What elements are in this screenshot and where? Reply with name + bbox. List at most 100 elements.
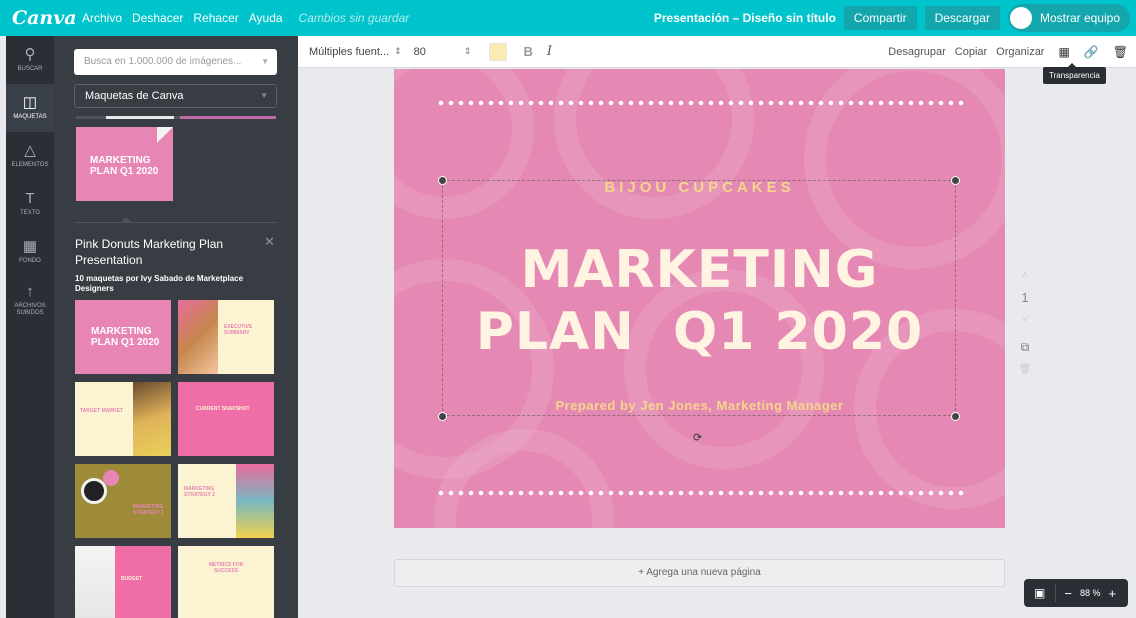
resize-handle[interactable]	[438, 412, 447, 421]
photo-icon	[75, 546, 115, 618]
template-thumb-label: BUDGET	[121, 576, 143, 582]
menu-rehacer[interactable]: Rehacer	[193, 11, 238, 25]
close-icon[interactable]: ✕	[264, 234, 275, 250]
resize-handle[interactable]	[951, 176, 960, 185]
rail-elementos[interactable]: △ Elementos	[6, 132, 54, 180]
rail-label-buscar: Buscar	[17, 66, 43, 72]
chevron-down-icon: ▼	[261, 57, 269, 66]
selected-template-card[interactable]: MARKETING PLAN Q1 2020	[76, 127, 173, 201]
left-rail: ⚲ Buscar ◫ Maquetas △ Elementos T Texto …	[6, 36, 54, 618]
italic-button[interactable]: I	[547, 44, 552, 59]
template-set-subtitle: 10 maquetas por Ivy Sabado de Marketplac…	[75, 274, 244, 293]
rail-archivos-subidos[interactable]: ↑ Archivos subidos	[6, 276, 54, 324]
menu-archivo[interactable]: Archivo	[82, 11, 122, 25]
template-thumb[interactable]: EXECUTIVE SUMMARY	[178, 300, 274, 374]
template-thumb[interactable]: MARKETING STRATEGY 2	[178, 464, 274, 538]
rail-buscar[interactable]: ⚲ Buscar	[6, 36, 54, 84]
add-page-button[interactable]: + Agrega una nueva página	[394, 559, 1005, 587]
rail-label-maquetas: Maquetas	[13, 114, 47, 120]
rail-texto[interactable]: T Texto	[6, 180, 54, 228]
dotted-divider-bottom	[436, 490, 966, 496]
template-strip	[76, 116, 276, 119]
templates-panel: Busca en 1.000.000 de imágenes... ▼ Maqu…	[54, 36, 298, 618]
zoom-control: ▣ − 88 % +	[1024, 579, 1128, 607]
download-button[interactable]: Descargar	[924, 6, 1000, 30]
rail-maquetas[interactable]: ◫ Maquetas	[6, 84, 54, 132]
template-thumb[interactable]: METRICS FOR SUCCESS	[178, 546, 274, 618]
chevron-down-icon[interactable]: ˅	[1016, 314, 1034, 325]
page-fold-icon	[157, 127, 173, 143]
strip-segment-white	[106, 116, 174, 119]
font-family-dropdown[interactable]: Múltiples fuent...	[309, 46, 389, 58]
selection-box	[442, 180, 956, 416]
template-thumb-label: EXECUTIVE SUMMARY	[224, 324, 253, 336]
document-title[interactable]: Presentación – Diseño sin título	[654, 11, 836, 25]
rail-label-elementos: Elementos	[11, 162, 49, 168]
template-thumb[interactable]: CURRENT SNAPSHOT	[178, 382, 274, 456]
ungroup-button[interactable]: Desagrupar	[888, 46, 945, 58]
upload-icon: ↑	[26, 282, 34, 300]
link-icon[interactable]: 🔗	[1084, 45, 1099, 59]
arrange-button[interactable]: Organizar	[996, 46, 1044, 58]
updown-icon: ⇕	[394, 46, 402, 56]
template-thumb[interactable]: MARKETING PLAN Q1 2020	[75, 300, 171, 374]
zoom-out-button[interactable]: −	[1064, 586, 1072, 601]
bold-button[interactable]: B	[523, 44, 532, 59]
template-thumb-label: MARKETING PLAN Q1 2020	[91, 326, 160, 348]
menu-deshacer[interactable]: Deshacer	[132, 11, 183, 25]
template-thumb-label: CURRENT SNAPSHOT	[196, 406, 250, 412]
save-status: Cambios sin guardar	[298, 11, 410, 25]
trash-icon[interactable]: 🗑	[1113, 45, 1128, 59]
slide-canvas[interactable]: BIJOU CUPCAKES MARKETING PLAN Q1 2020 Pr…	[394, 69, 1005, 528]
zoom-separator	[1055, 584, 1057, 602]
delete-page-icon[interactable]: 🗑	[1016, 364, 1034, 375]
search-input[interactable]: Busca en 1.000.000 de imágenes... ▼	[74, 49, 277, 75]
photo-icon	[236, 464, 274, 538]
donut-icon	[103, 470, 119, 486]
template-thumb-label: METRICS FOR SUCCESS	[208, 562, 244, 574]
templates-filter-value: Maquetas de Canva	[85, 90, 184, 102]
page-number: 1	[1021, 290, 1029, 305]
text-color-swatch[interactable]	[489, 42, 508, 61]
rotate-icon[interactable]: ⟳	[693, 431, 702, 444]
top-bar: Canva Archivo Deshacer Rehacer Ayuda Cam…	[0, 0, 1136, 36]
share-button[interactable]: Compartir	[843, 6, 917, 30]
template-thumb-label: TARGET MARKET	[80, 408, 123, 414]
panel-divider	[74, 222, 278, 223]
zoom-level[interactable]: 88 %	[1080, 588, 1101, 598]
copy-button[interactable]: Copiar	[955, 46, 987, 58]
font-size-dropdown[interactable]: 80	[414, 46, 426, 58]
updown-icon: ⇕	[463, 46, 472, 56]
transparency-tooltip: Transparencia	[1043, 67, 1106, 84]
photo-icon	[178, 300, 218, 374]
template-thumb-label: MARKETING STRATEGY 1	[133, 504, 164, 516]
template-thumb[interactable]: TARGET MARKET	[75, 382, 171, 456]
rail-label-texto: Texto	[20, 210, 40, 216]
menu-ayuda[interactable]: Ayuda	[249, 11, 283, 25]
show-team-button[interactable]: Mostrar equipo	[1007, 4, 1130, 32]
template-thumb[interactable]: MARKETING STRATEGY 1	[75, 464, 171, 538]
search-icon: ⚲	[24, 46, 36, 63]
background-icon: ▦	[22, 238, 38, 255]
zoom-in-button[interactable]: +	[1108, 586, 1116, 601]
duplicate-page-icon[interactable]: ⧉	[1016, 340, 1034, 355]
search-placeholder: Busca en 1.000.000 de imágenes...	[84, 56, 242, 67]
template-thumb[interactable]: BUDGET	[75, 546, 171, 618]
rail-fondo[interactable]: ▦ Fondo	[6, 228, 54, 276]
text-toolbar: Múltiples fuent... ⇕ 80 ⇕ B I Desagrupar…	[298, 36, 1136, 68]
transparency-icon[interactable]: ▦	[1058, 45, 1069, 59]
resize-handle[interactable]	[438, 176, 447, 185]
chevron-down-icon: ▼	[260, 91, 268, 100]
resize-handle[interactable]	[951, 412, 960, 421]
avatar	[1009, 7, 1032, 29]
show-team-label: Mostrar equipo	[1039, 11, 1120, 25]
canva-logo[interactable]: Canva	[12, 7, 77, 29]
present-icon[interactable]: ▣	[1034, 586, 1045, 600]
rail-label-archivos: Archivos subidos	[14, 302, 46, 316]
chevron-up-icon[interactable]: ˄	[1016, 270, 1034, 281]
selected-template-text: MARKETING PLAN Q1 2020	[90, 155, 159, 177]
text-icon: T	[25, 190, 35, 207]
templates-filter-select[interactable]: Maquetas de Canva ▼	[74, 84, 277, 108]
strip-segment-pink	[180, 116, 276, 119]
template-thumb-label: MARKETING STRATEGY 2	[184, 486, 215, 498]
